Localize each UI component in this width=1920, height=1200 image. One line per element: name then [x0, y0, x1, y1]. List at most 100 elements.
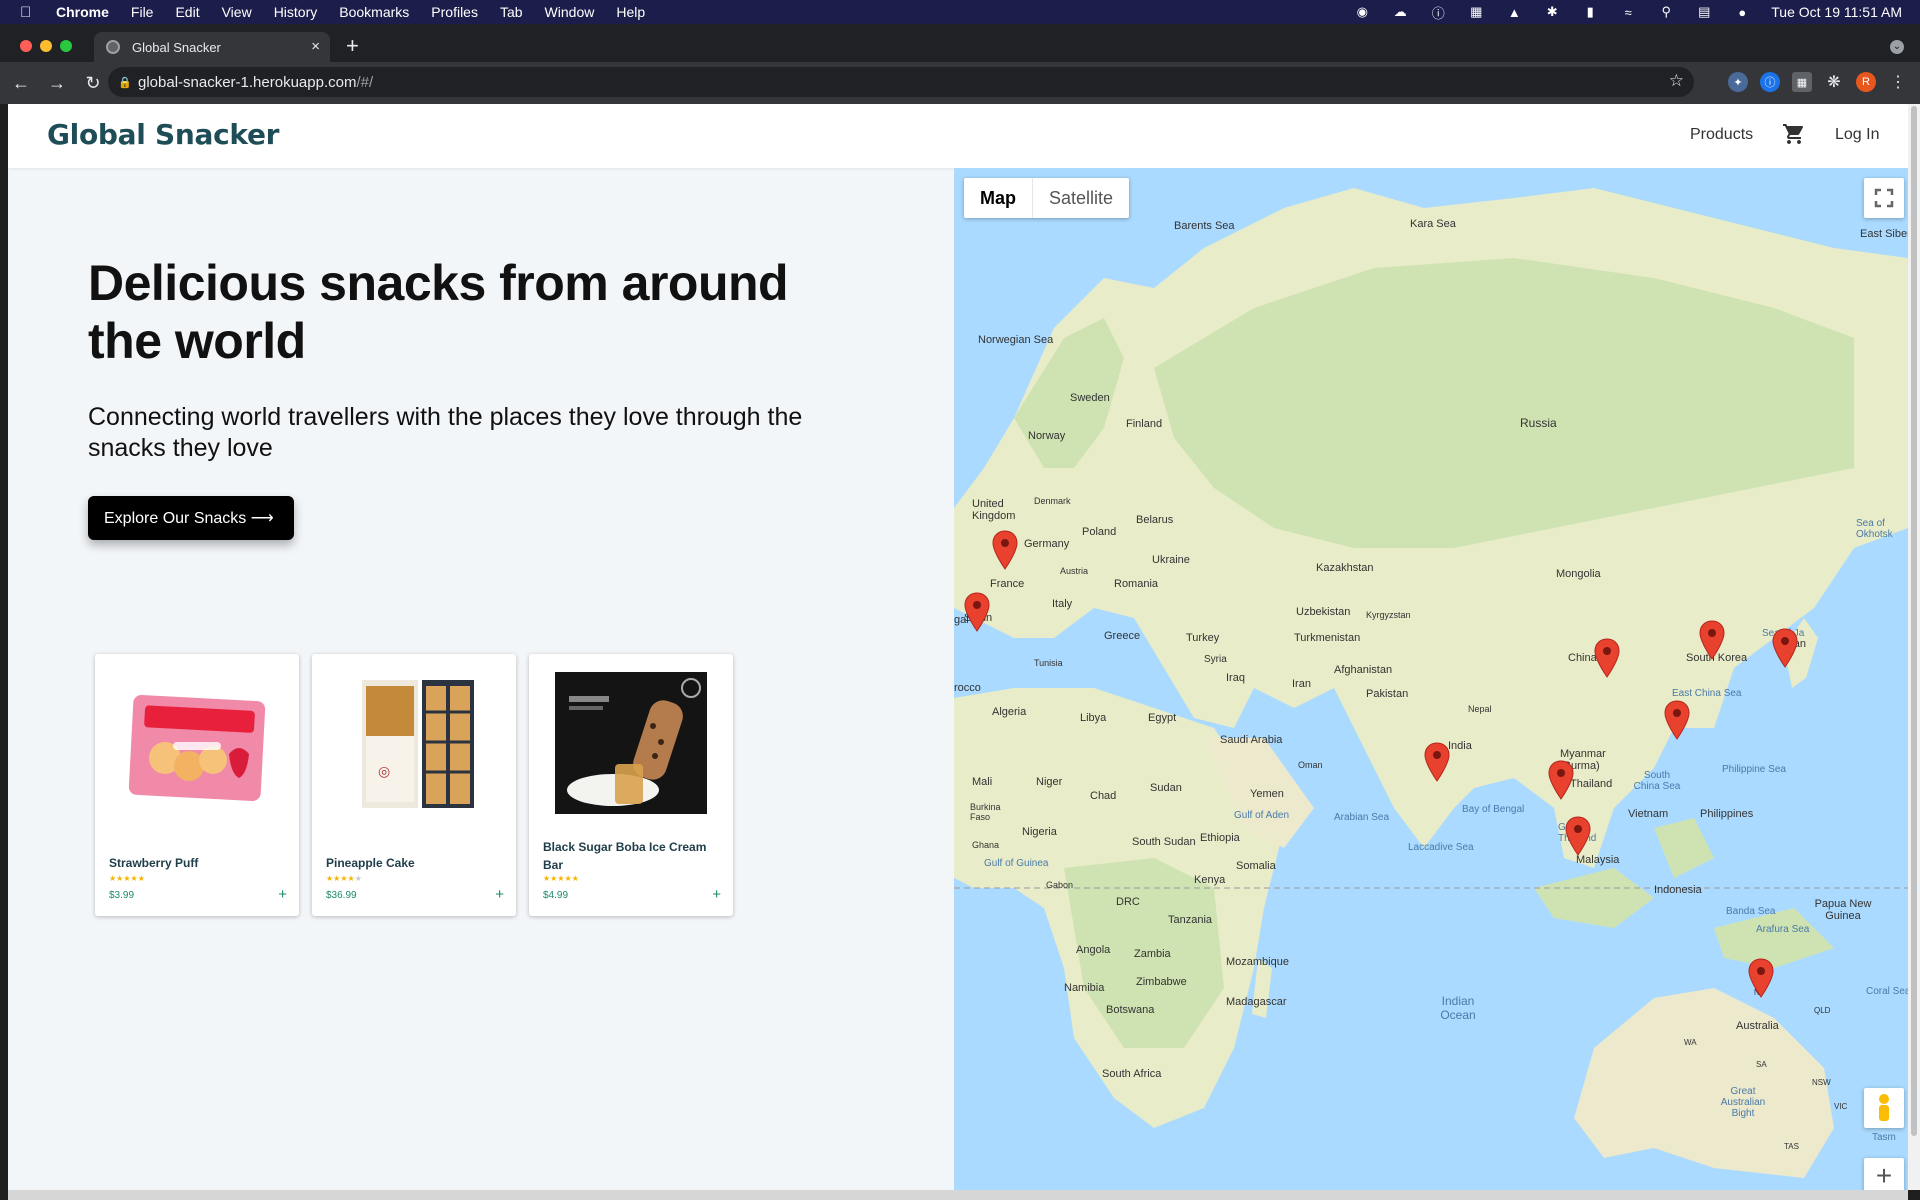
map-label: Gulf of Guinea — [984, 858, 1049, 869]
product-name[interactable]: Strawberry Puff — [109, 854, 285, 872]
zoom-window-icon[interactable] — [60, 40, 72, 52]
explore-snacks-button[interactable]: Explore Our Snacks ⟶ — [88, 496, 294, 540]
product-image[interactable] — [121, 672, 273, 814]
creative-cloud-icon[interactable]: ◉ — [1353, 4, 1371, 19]
add-to-cart-button[interactable]: + — [278, 886, 287, 903]
tab-close-icon[interactable]: × — [311, 38, 320, 55]
map-label: Uzbekistan — [1296, 606, 1351, 618]
add-to-cart-button[interactable]: + — [495, 886, 504, 903]
map-marker-pin-icon[interactable] — [1424, 742, 1450, 782]
map-view-button[interactable]: Map — [964, 178, 1033, 218]
address-bar[interactable]: 🔒 global-snacker-1.herokuapp.com/#/ ☆ — [108, 67, 1694, 97]
password-manager-icon[interactable]: ⓘ — [1429, 5, 1447, 21]
map-label: Philippine Sea — [1722, 764, 1786, 775]
extension-password-icon[interactable]: ⓘ — [1760, 72, 1780, 92]
menu-app[interactable]: Chrome — [56, 4, 109, 20]
menu-history[interactable]: History — [274, 4, 318, 20]
minimize-window-icon[interactable] — [40, 40, 52, 52]
extension-compass-icon[interactable]: ✦ — [1728, 72, 1748, 92]
product-name[interactable]: Pineapple Cake — [326, 854, 502, 872]
tab-search-icon[interactable]: ⌄ — [1890, 40, 1904, 54]
profile-avatar[interactable]: R — [1856, 72, 1876, 92]
map-marker-pin-icon[interactable] — [964, 592, 990, 632]
map-label: United Kingdom — [972, 498, 1016, 522]
map-marker-pin-icon[interactable] — [1699, 620, 1725, 660]
menu-tab[interactable]: Tab — [500, 4, 523, 20]
menu-file[interactable]: File — [131, 4, 154, 20]
reload-icon[interactable]: ↻ — [78, 68, 108, 98]
map-label: Australia — [1736, 1020, 1779, 1032]
map-label: Egypt — [1148, 712, 1177, 724]
close-window-icon[interactable] — [20, 40, 32, 52]
new-tab-icon[interactable]: + — [346, 35, 359, 57]
forward-icon[interactable]: → — [42, 68, 72, 98]
map-marker-pin-icon[interactable] — [1594, 638, 1620, 678]
nav-products-link[interactable]: Products — [1690, 126, 1753, 144]
map-label: Oman — [1298, 760, 1323, 770]
product-rating-stars: ★★★★★ — [543, 874, 579, 883]
map-label: Algeria — [992, 706, 1027, 718]
tab-title: Global Snacker — [132, 39, 221, 55]
url-host: global-snacker-1.herokuapp.com — [138, 73, 357, 91]
extension-app-icon[interactable]: ▦ — [1792, 72, 1812, 92]
shopping-cart-icon[interactable] — [1782, 122, 1806, 146]
bookmark-star-icon[interactable]: ☆ — [1669, 71, 1684, 91]
wifi-icon[interactable]: ≈ — [1619, 5, 1637, 20]
menu-edit[interactable]: Edit — [175, 4, 199, 20]
map-label: Austria — [1060, 566, 1089, 576]
megaphone-icon[interactable]: ▲ — [1505, 5, 1523, 20]
chrome-menu-icon[interactable]: ⋮ — [1888, 72, 1908, 92]
map-label: Denmark — [1034, 496, 1071, 506]
grid-app-icon[interactable]: ▦ — [1467, 4, 1485, 19]
site-logo[interactable]: Global Snacker — [47, 118, 279, 151]
product-image[interactable] — [555, 672, 707, 814]
world-map[interactable]: Map Satellite + Barents Sea Kara Sea Eas… — [954, 168, 1908, 1190]
map-label: rocco — [954, 682, 981, 694]
svg-text:◎: ◎ — [378, 764, 390, 780]
scrollbar-thumb[interactable] — [1911, 106, 1917, 1136]
map-marker-pin-icon[interactable] — [1748, 958, 1774, 998]
menu-bookmarks[interactable]: Bookmarks — [339, 4, 409, 20]
menu-view[interactable]: View — [222, 4, 252, 20]
zoom-in-button[interactable]: + — [1864, 1158, 1904, 1190]
map-label: Kyrgyzstan — [1366, 610, 1411, 620]
apple-icon[interactable]:  — [20, 4, 40, 21]
add-to-cart-button[interactable]: + — [712, 886, 721, 903]
map-label: Finland — [1126, 418, 1163, 430]
map-marker-pin-icon[interactable] — [1664, 700, 1690, 740]
map-marker-pin-icon[interactable] — [1772, 628, 1798, 668]
horizontal-scrollbar[interactable] — [8, 1190, 1908, 1200]
back-icon[interactable]: ← — [6, 68, 36, 98]
product-rating-stars: ★★★★★ — [326, 874, 362, 883]
fullscreen-icon[interactable] — [1864, 178, 1904, 218]
product-card[interactable]: Strawberry Puff ★★★★★ $3.99 + — [95, 654, 299, 916]
satellite-view-button[interactable]: Satellite — [1033, 178, 1129, 218]
control-center-icon[interactable]: ▤ — [1695, 4, 1713, 19]
map-label: Germany — [1024, 538, 1070, 550]
map-label: Yemen — [1250, 788, 1284, 800]
cloud-icon[interactable]: ☁ — [1391, 4, 1409, 19]
product-image[interactable]: ◎ — [338, 672, 490, 814]
map-label: Zambia — [1134, 948, 1171, 960]
product-name[interactable]: Black Sugar Boba Ice Cream Bar — [543, 838, 719, 874]
product-card[interactable]: Black Sugar Boba Ice Cream Bar ★★★★★ $4.… — [529, 654, 733, 916]
page-scrollbar[interactable] — [1908, 104, 1920, 1190]
menu-help[interactable]: Help — [616, 4, 645, 20]
browser-tab[interactable]: Global Snacker × — [94, 32, 330, 62]
nav-login-link[interactable]: Log In — [1835, 126, 1879, 144]
spotlight-search-icon[interactable]: ⚲ — [1657, 4, 1675, 19]
pegman-icon[interactable] — [1864, 1088, 1904, 1128]
extensions-puzzle-icon[interactable]: ❋ — [1824, 72, 1844, 92]
product-card[interactable]: ◎ Pineapple Cake ★★★★★ $36.99 + — [312, 654, 516, 916]
map-marker-pin-icon[interactable] — [1565, 816, 1591, 856]
menubar-clock[interactable]: Tue Oct 19 11:51 AM — [1771, 4, 1902, 20]
menu-profiles[interactable]: Profiles — [431, 4, 478, 20]
map-marker-pin-icon[interactable] — [992, 530, 1018, 570]
lock-icon[interactable]: 🔒 — [118, 76, 138, 89]
siri-icon[interactable]: ● — [1733, 5, 1751, 20]
menu-window[interactable]: Window — [545, 4, 595, 20]
map-marker-pin-icon[interactable] — [1548, 760, 1574, 800]
bluetooth-icon[interactable]: ✱ — [1543, 4, 1561, 19]
battery-icon[interactable]: ▮ — [1581, 4, 1599, 19]
map-label: Saudi Arabia — [1220, 734, 1283, 746]
